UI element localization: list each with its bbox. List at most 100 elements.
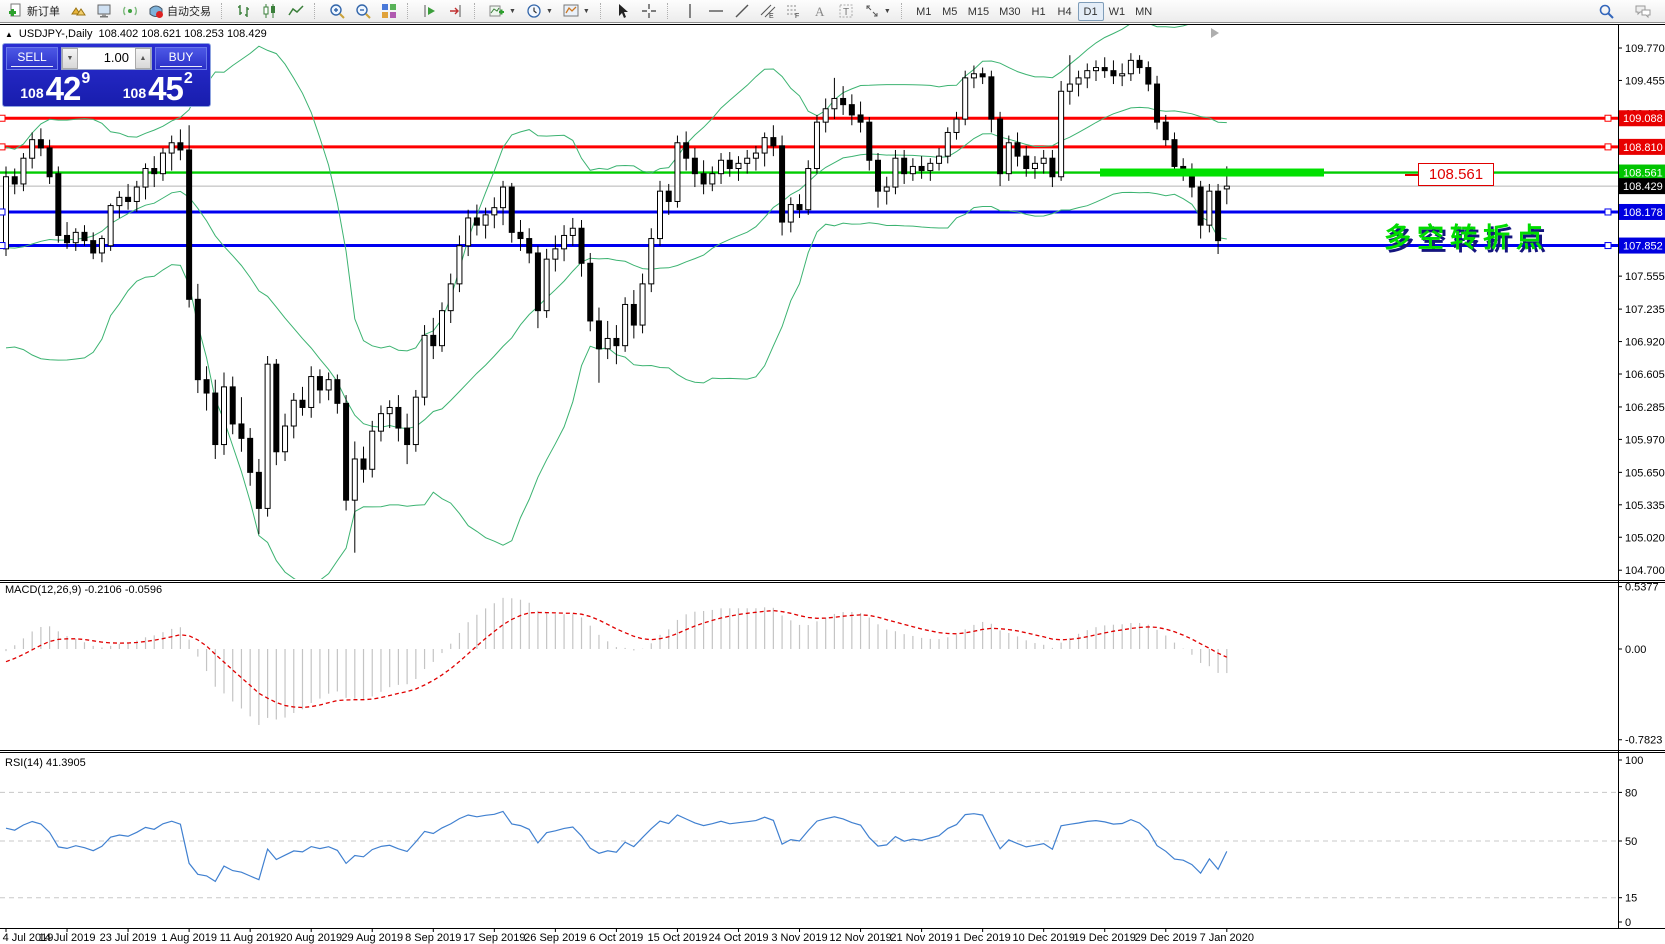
buy-price[interactable]: 108 45 2 xyxy=(109,72,208,104)
volume-decrease-button[interactable]: ▼ xyxy=(62,48,78,69)
turning-point-annotation[interactable]: 多空转折点 xyxy=(1384,216,1549,255)
timeframe-d1[interactable]: D1 xyxy=(1078,2,1104,21)
chart-shift-button[interactable] xyxy=(443,1,469,21)
svg-text:108.810: 108.810 xyxy=(1623,142,1663,154)
candle xyxy=(666,191,671,201)
arrows-button[interactable]: ▼ xyxy=(859,1,896,21)
sell-button[interactable]: SELL xyxy=(6,47,58,70)
channel-icon: E xyxy=(760,3,776,19)
timeframe-m15[interactable]: M15 xyxy=(963,2,994,21)
timeframe-h1[interactable]: H1 xyxy=(1026,2,1052,21)
svg-text:105.020: 105.020 xyxy=(1625,532,1665,544)
buy-button[interactable]: BUY xyxy=(155,47,207,70)
toolbar-separator xyxy=(314,3,319,19)
search-button[interactable] xyxy=(1593,1,1619,21)
chart-area[interactable]: 109.770109.455109.135108.820108.500108.1… xyxy=(0,24,1665,944)
new-order-icon xyxy=(8,3,24,19)
svg-text:109.770: 109.770 xyxy=(1625,43,1665,55)
sell-price[interactable]: 108 42 9 xyxy=(6,72,105,104)
vertical-line-button[interactable] xyxy=(677,1,703,21)
chat-button[interactable] xyxy=(1629,1,1657,21)
candle xyxy=(675,143,680,202)
svg-text:10 Dec 2019: 10 Dec 2019 xyxy=(1012,932,1074,944)
candle xyxy=(30,140,35,159)
candle xyxy=(1076,78,1081,84)
svg-text:26 Sep 2019: 26 Sep 2019 xyxy=(524,932,586,944)
panel-collapse-icon[interactable]: ▲ xyxy=(5,30,13,39)
sell-price-sup: 9 xyxy=(81,64,90,94)
zoom-in-button[interactable] xyxy=(324,1,350,21)
text-label-button[interactable]: T xyxy=(833,1,859,21)
trendline-button[interactable] xyxy=(729,1,755,21)
indicators-icon xyxy=(489,3,505,19)
chart-shift-marker[interactable] xyxy=(1211,28,1219,38)
line-chart-button[interactable] xyxy=(283,1,309,21)
svg-text:0.00: 0.00 xyxy=(1625,644,1646,656)
sell-price-big: 42 xyxy=(46,75,81,103)
candle xyxy=(605,338,610,348)
auto-trading-button[interactable]: 自动交易 xyxy=(143,1,216,21)
candle xyxy=(99,239,104,253)
candle xyxy=(12,177,17,184)
channel-button[interactable]: E xyxy=(755,1,781,21)
toolbar-separator xyxy=(221,3,226,19)
timeframe-h4[interactable]: H4 xyxy=(1052,2,1078,21)
signal-button[interactable] xyxy=(117,1,143,21)
text-button[interactable]: A xyxy=(807,1,833,21)
candlestick-icon xyxy=(262,3,278,19)
tile-windows-button[interactable] xyxy=(376,1,402,21)
crosshair-button[interactable] xyxy=(636,1,662,21)
signal-icon xyxy=(122,3,138,19)
indicators-button[interactable]: ▼ xyxy=(484,1,521,21)
volume-increase-button[interactable]: ▲ xyxy=(135,48,151,69)
fibonacci-icon: F xyxy=(786,3,802,19)
candle xyxy=(440,311,445,346)
timeframe-m30[interactable]: M30 xyxy=(994,2,1025,21)
one-click-trading-panel: SELL ▼ 1.00 ▲ BUY 108 42 9 108 45 2 xyxy=(2,43,211,107)
candle xyxy=(274,364,279,452)
candlestick-button[interactable] xyxy=(257,1,283,21)
chart-shift-icon xyxy=(448,3,464,19)
thick-support-line[interactable] xyxy=(1100,169,1324,177)
svg-text:0: 0 xyxy=(1625,917,1631,929)
candle xyxy=(631,304,636,325)
auto-scroll-button[interactable] xyxy=(417,1,443,21)
horizontal-line-icon xyxy=(708,3,724,19)
new-order-button[interactable]: 新订单 xyxy=(3,1,65,21)
candle xyxy=(649,239,654,284)
candle xyxy=(126,197,131,201)
candle xyxy=(326,380,331,390)
date-axis[interactable]: 4 Jul 201914 Jul 201923 Jul 20191 Aug 20… xyxy=(3,928,1254,944)
svg-text:109.088: 109.088 xyxy=(1623,113,1663,125)
candle xyxy=(483,215,488,225)
rsi-label: RSI(14) 41.3905 xyxy=(5,757,86,769)
zoom-out-button[interactable] xyxy=(350,1,376,21)
timeframe-m5[interactable]: M5 xyxy=(937,2,963,21)
chart-canvas[interactable]: 109.770109.455109.135108.820108.500108.1… xyxy=(0,24,1665,944)
terminal-button[interactable] xyxy=(91,1,117,21)
svg-text:0.5377: 0.5377 xyxy=(1625,582,1659,594)
bar-chart-button[interactable] xyxy=(231,1,257,21)
svg-text:106.605: 106.605 xyxy=(1625,369,1665,381)
svg-text:29 Dec 2019: 29 Dec 2019 xyxy=(1135,932,1197,944)
candle xyxy=(501,187,506,208)
candle xyxy=(727,160,732,168)
timeframe-w1[interactable]: W1 xyxy=(1104,2,1131,21)
price-level-label[interactable]: 108.561 xyxy=(1418,163,1494,186)
horizontal-line-button[interactable] xyxy=(703,1,729,21)
candle xyxy=(265,364,270,508)
svg-text:1 Dec 2019: 1 Dec 2019 xyxy=(955,932,1011,944)
candle xyxy=(47,148,52,177)
candle xyxy=(797,205,802,210)
svg-text:14 Jul 2019: 14 Jul 2019 xyxy=(39,932,96,944)
cursor-button[interactable] xyxy=(610,1,636,21)
fibonacci-button[interactable]: F xyxy=(781,1,807,21)
timeframe-mn[interactable]: MN xyxy=(1130,2,1157,21)
market-watch-button[interactable] xyxy=(65,1,91,21)
templates-button[interactable]: ▼ xyxy=(558,1,595,21)
timeframe-m1[interactable]: M1 xyxy=(911,2,937,21)
candle xyxy=(684,143,689,158)
candle xyxy=(108,206,113,246)
sell-price-prefix: 108 xyxy=(20,83,43,103)
periods-button[interactable]: ▼ xyxy=(521,1,558,21)
